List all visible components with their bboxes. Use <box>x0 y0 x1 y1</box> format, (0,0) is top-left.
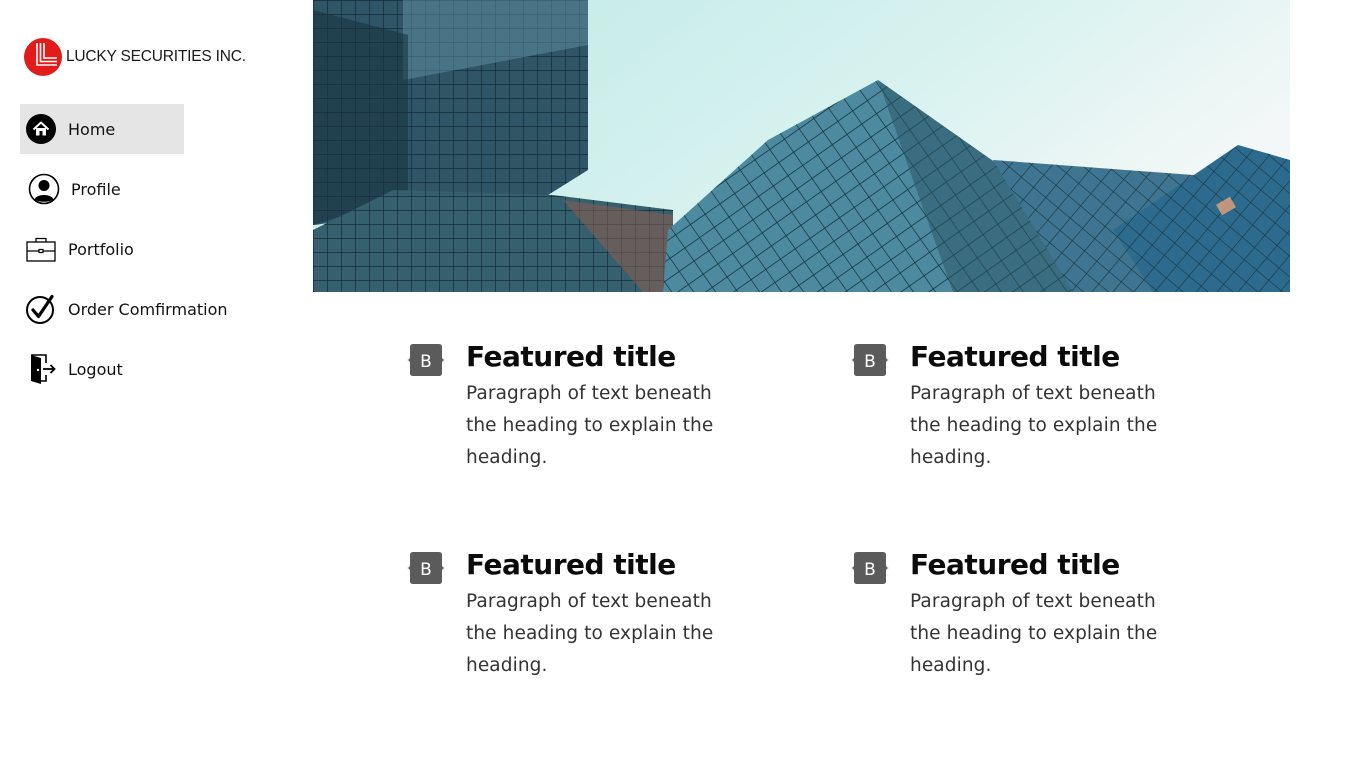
sidebar-item-order-confirmation[interactable]: Order Comfirmation <box>20 284 260 334</box>
feature-title: Featured title <box>466 548 676 581</box>
svg-text:B: B <box>420 352 432 372</box>
sidebar-item-home[interactable]: Home <box>20 104 184 154</box>
user-icon <box>28 173 60 205</box>
brand: LUCKY SECURITIES INC. <box>24 38 246 76</box>
brand-name: LUCKY SECURITIES INC. <box>66 48 246 65</box>
sidebar-item-portfolio[interactable]: Portfolio <box>20 224 260 274</box>
bootstrap-icon: B <box>851 552 889 584</box>
brand-logo <box>24 38 62 76</box>
home-icon <box>25 113 57 145</box>
sidebar-item-label: Profile <box>71 179 121 199</box>
sidebar-nav: Home Profile Portfolio Order Comfirmatio… <box>20 104 260 404</box>
sidebar-item-label: Portfolio <box>68 239 134 259</box>
sidebar-item-profile[interactable]: Profile <box>20 164 260 214</box>
sidebar-item-logout[interactable]: Logout <box>20 344 260 394</box>
hero-image <box>313 0 1290 292</box>
briefcase-icon <box>25 233 57 265</box>
svg-text:B: B <box>420 560 432 580</box>
feature-text: Paragraph of text beneath the heading to… <box>466 383 714 468</box>
feature-title: Featured title <box>910 340 1120 373</box>
feature-text: Paragraph of text beneath the heading to… <box>910 591 1158 676</box>
bootstrap-icon: B <box>407 344 445 376</box>
sidebar-item-label: Logout <box>68 359 123 379</box>
feature-text: Paragraph of text beneath the heading to… <box>466 591 714 676</box>
check-circle-icon <box>25 293 57 325</box>
feature-title: Featured title <box>466 340 676 373</box>
svg-text:B: B <box>864 352 876 372</box>
svg-text:B: B <box>864 560 876 580</box>
logout-icon <box>25 353 57 385</box>
bootstrap-icon: B <box>407 552 445 584</box>
feature-title: Featured title <box>910 548 1120 581</box>
bootstrap-icon: B <box>851 344 889 376</box>
sidebar-item-label: Home <box>68 119 116 139</box>
sidebar-item-label: Order Comfirmation <box>68 299 228 319</box>
feature-text: Paragraph of text beneath the heading to… <box>910 383 1158 468</box>
